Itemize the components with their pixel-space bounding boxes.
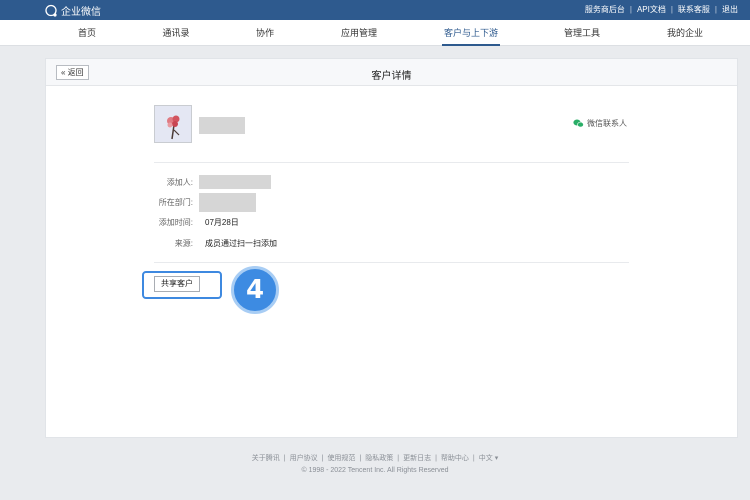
language-selector[interactable]: 中文 ▾	[479, 455, 498, 462]
top-link-api-docs[interactable]: API文档	[637, 4, 666, 15]
divider: |	[283, 455, 286, 462]
customer-name-redacted	[199, 117, 245, 134]
page-title: 客户详情	[371, 71, 412, 82]
footer-link-terms[interactable]: 用户协议	[290, 455, 318, 462]
nav-item-home[interactable]: 首页	[78, 20, 96, 46]
copyright: © 1998 - 2022 Tencent Inc. All Rights Re…	[301, 467, 449, 474]
customer-detail-card: « 返回 客户详情 微信联系人 添加人: 所在部门: 添加时间: 07月28日 …	[45, 58, 738, 438]
divider: |	[321, 455, 324, 462]
wechat-icon	[573, 119, 584, 128]
top-links: 服务商后台 | API文档 | 联系客服 | 退出	[585, 4, 738, 15]
divider: |	[397, 455, 400, 462]
top-link-provider[interactable]: 服务商后台	[585, 4, 625, 15]
avatar	[154, 105, 192, 143]
divider: |	[714, 5, 717, 14]
added-by-value-redacted	[199, 175, 271, 189]
footer-link-about[interactable]: 关于腾讯	[252, 455, 280, 462]
divider: |	[359, 455, 362, 462]
wecom-logo-icon	[45, 4, 57, 17]
top-bar: 企业微信 服务商后台 | API文档 | 联系客服 | 退出	[0, 0, 750, 20]
main-nav: 首页 通讯录 协作 应用管理 客户与上下游 管理工具 我的企业	[0, 20, 750, 46]
step-badge: 4	[231, 266, 279, 314]
wechat-contact-label: 微信联系人	[587, 119, 627, 128]
footer-link-privacy[interactable]: 隐私政策	[365, 455, 393, 462]
footer-link-help[interactable]: 帮助中心	[441, 455, 469, 462]
added-time-label: 添加时间:	[158, 218, 193, 227]
divider: |	[472, 455, 475, 462]
brand-name: 企业微信	[61, 7, 101, 18]
divider: |	[435, 455, 437, 462]
divider	[154, 162, 629, 163]
nav-item-collaboration[interactable]: 协作	[256, 20, 274, 46]
nav-item-my-company[interactable]: 我的企业	[667, 20, 703, 46]
divider: |	[629, 5, 632, 14]
department-label: 所在部门:	[158, 198, 193, 207]
footer-link-usage-rules[interactable]: 使用规范	[327, 455, 355, 462]
flower-icon	[167, 115, 180, 140]
nav-item-admin-tools[interactable]: 管理工具	[564, 20, 600, 46]
nav-item-app-management[interactable]: 应用管理	[341, 20, 377, 46]
card-header: « 返回 客户详情	[46, 59, 737, 86]
top-link-support[interactable]: 联系客服	[678, 4, 710, 15]
nav-item-customers[interactable]: 客户与上下游	[441, 20, 501, 46]
source-label: 来源:	[174, 239, 193, 248]
divider	[154, 262, 629, 263]
share-customer-button[interactable]: 共享客户	[154, 276, 200, 292]
top-link-logout[interactable]: 退出	[722, 4, 738, 15]
divider: |	[670, 5, 673, 14]
wechat-contact-tag: 微信联系人	[573, 118, 627, 129]
added-by-label: 添加人:	[166, 178, 193, 187]
footer-link-changelog[interactable]: 更新日志	[403, 455, 431, 462]
footer-links: 关于腾讯 | 用户协议 | 使用规范 | 隐私政策 | 更新日志 | 帮助中心 | 中文 ▾	[0, 453, 750, 463]
department-value-redacted	[199, 193, 256, 212]
brand[interactable]: 企业微信	[44, 3, 101, 18]
added-time-value: 07月28日	[205, 218, 239, 227]
nav-item-contacts[interactable]: 通讯录	[162, 20, 189, 46]
source-value: 成员通过扫一扫添加	[205, 239, 277, 248]
